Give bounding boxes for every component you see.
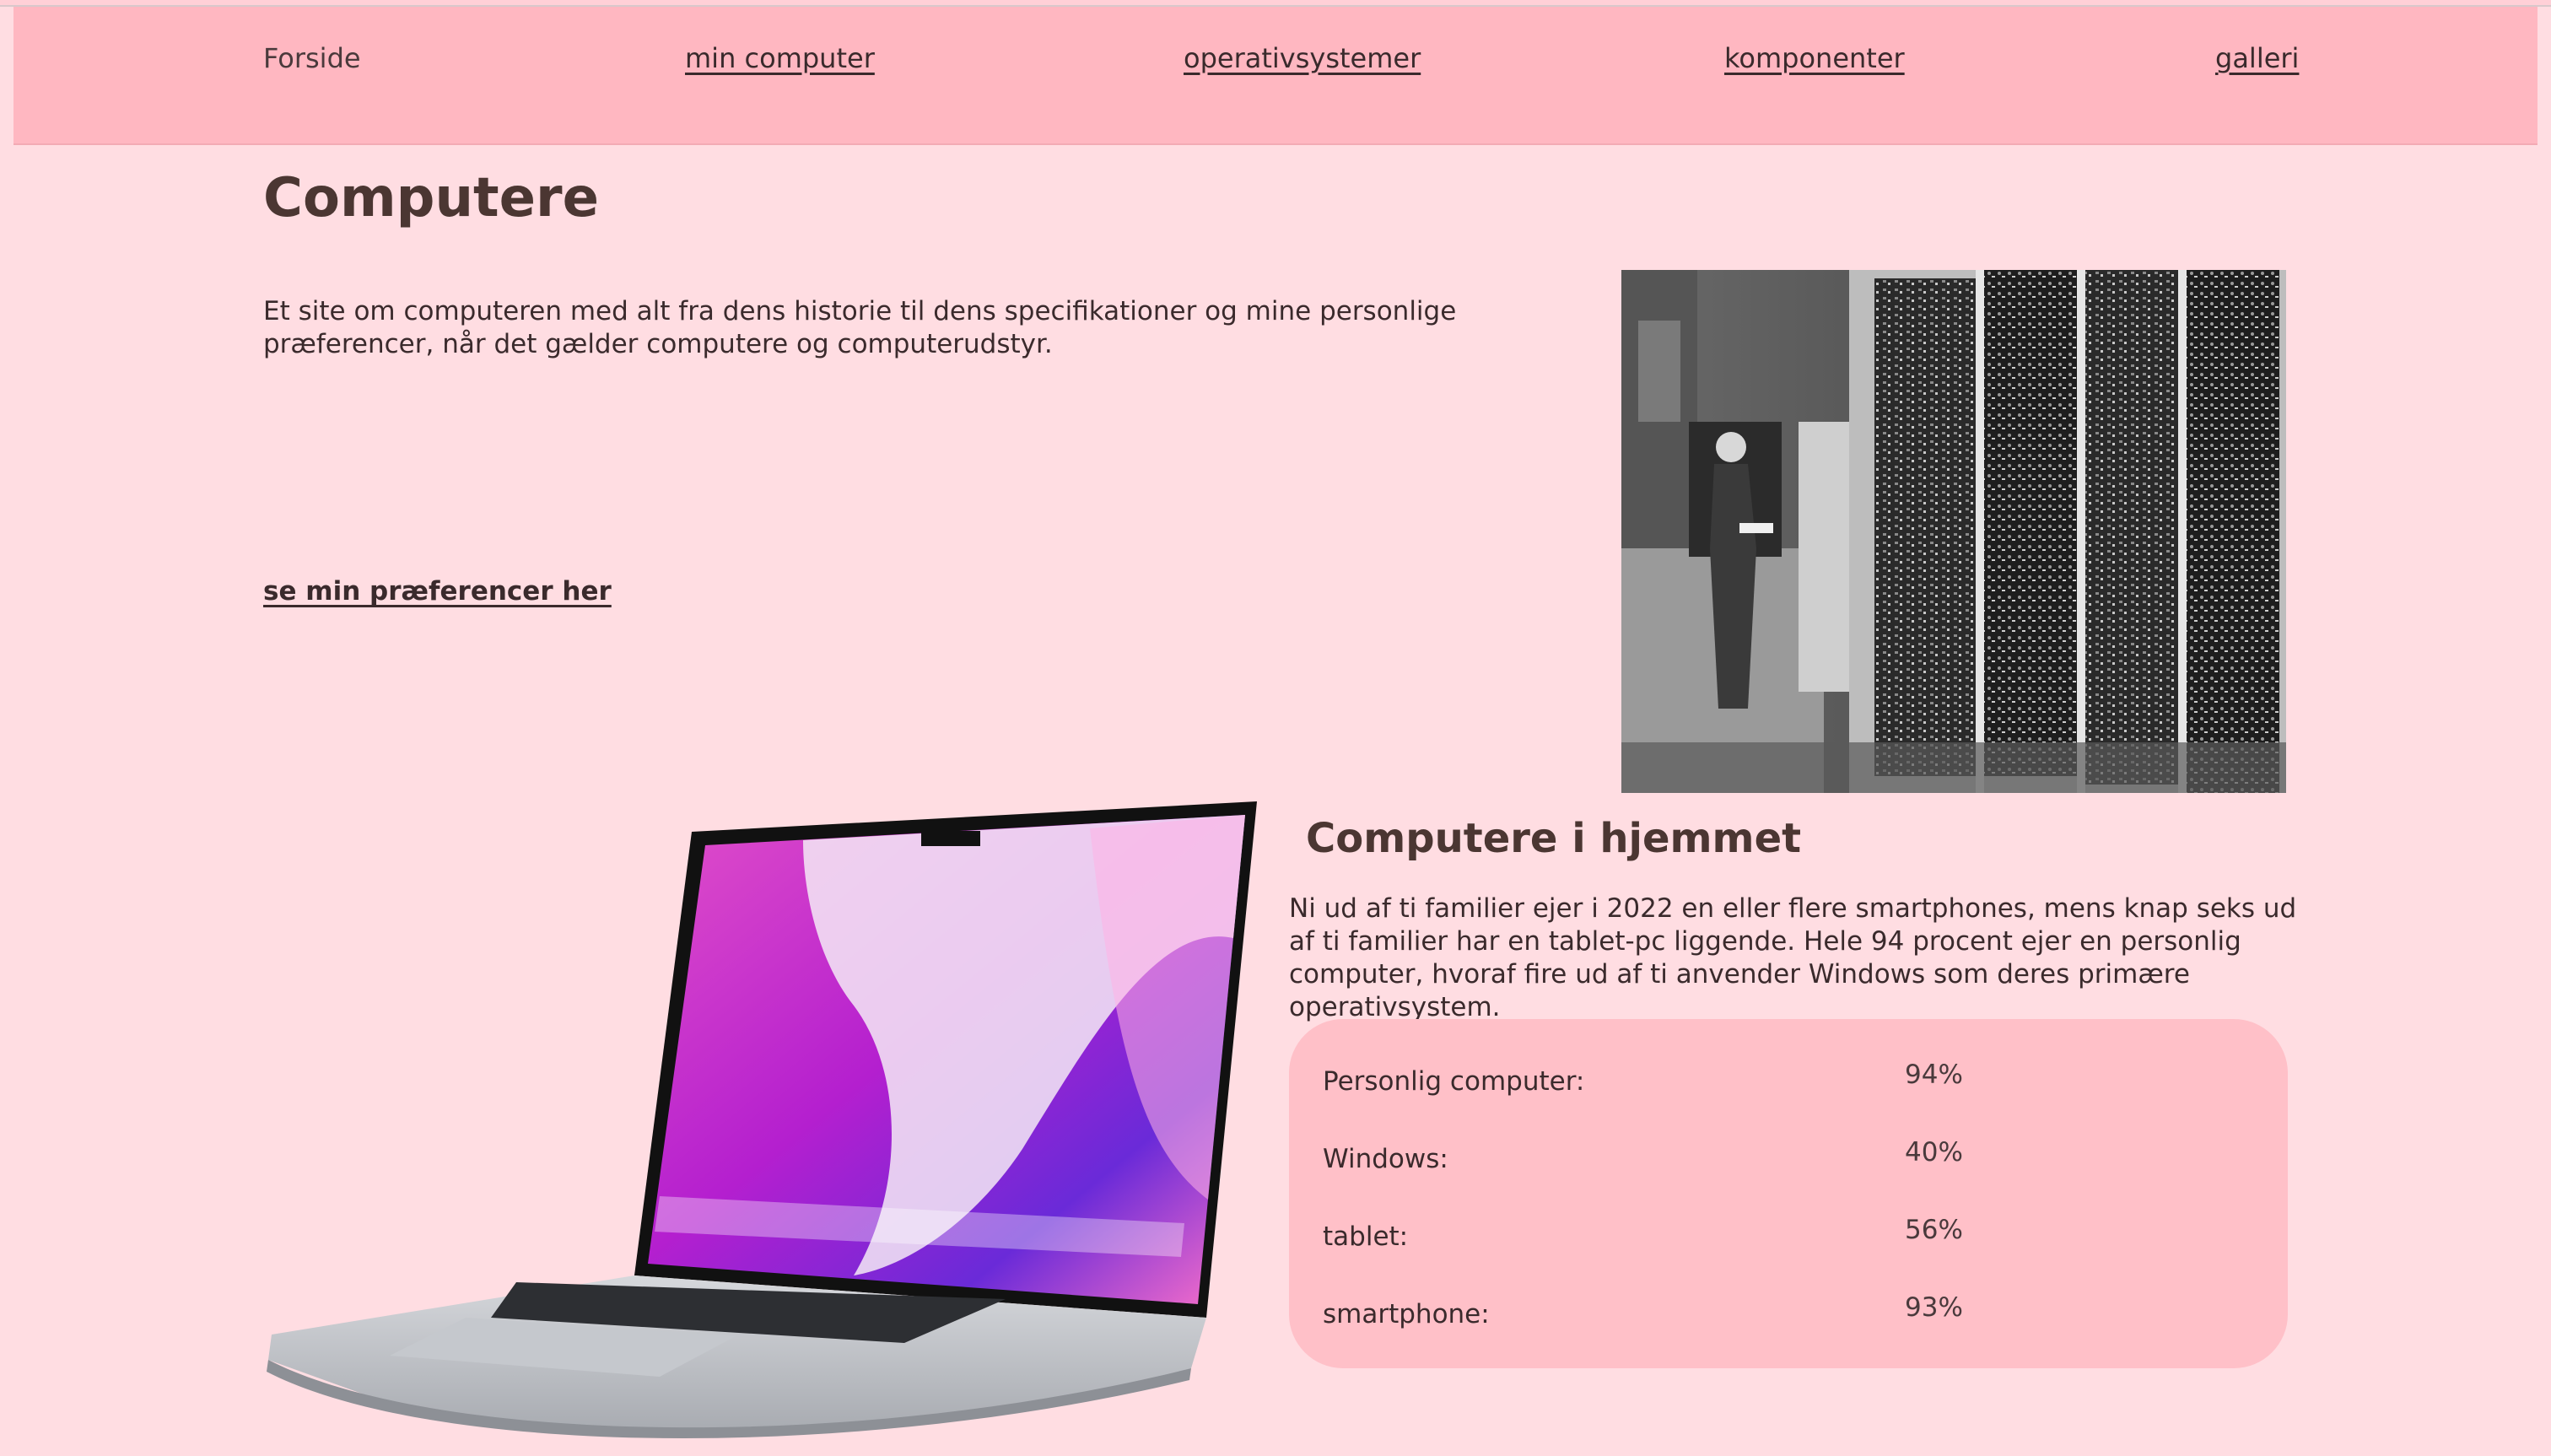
stat-label: Windows:	[1323, 1144, 1448, 1174]
stat-row: Windows: 40%	[1323, 1137, 2251, 1174]
stat-label: Personlig computer:	[1323, 1066, 1585, 1097]
home-section-text: Ni ud af ti familier ejer i 2022 en elle…	[1289, 893, 2297, 1022]
server-room-photo	[1621, 270, 2286, 793]
nav-link-komponenter[interactable]: komponenter	[1724, 42, 1905, 74]
stat-label: tablet:	[1323, 1221, 1409, 1252]
stats-box: Personlig computer: 94% Windows: 40% tab…	[1289, 1019, 2288, 1368]
stat-label: smartphone:	[1323, 1299, 1490, 1329]
stat-value: 94%	[1905, 1060, 1963, 1090]
nav-link-galleri[interactable]: galleri	[2215, 42, 2299, 74]
home-section-title: Computere i hjemmet	[1306, 815, 1802, 862]
stat-value: 40%	[1905, 1137, 1963, 1167]
stat-row: smartphone: 93%	[1323, 1292, 2251, 1329]
preferences-link[interactable]: se min præferencer her	[263, 576, 612, 607]
stat-row: tablet: 56%	[1323, 1215, 2251, 1252]
stat-row: Personlig computer: 94%	[1323, 1060, 2251, 1097]
nav-home[interactable]: Forside	[263, 42, 361, 74]
nav-link-operativsystemer[interactable]: operativsystemer	[1184, 42, 1421, 74]
nav-link-min-computer[interactable]: min computer	[685, 42, 875, 74]
intro-text: Et site om computeren med alt fra dens h…	[263, 296, 1457, 359]
laptop-image	[263, 795, 1267, 1453]
page-title: Computere	[263, 167, 599, 229]
browser-top-line	[0, 0, 2551, 7]
stat-value: 93%	[1905, 1292, 1963, 1323]
main-nav: Forside min computer operativsystemer ko…	[13, 7, 2538, 145]
stat-value: 56%	[1905, 1215, 1963, 1245]
